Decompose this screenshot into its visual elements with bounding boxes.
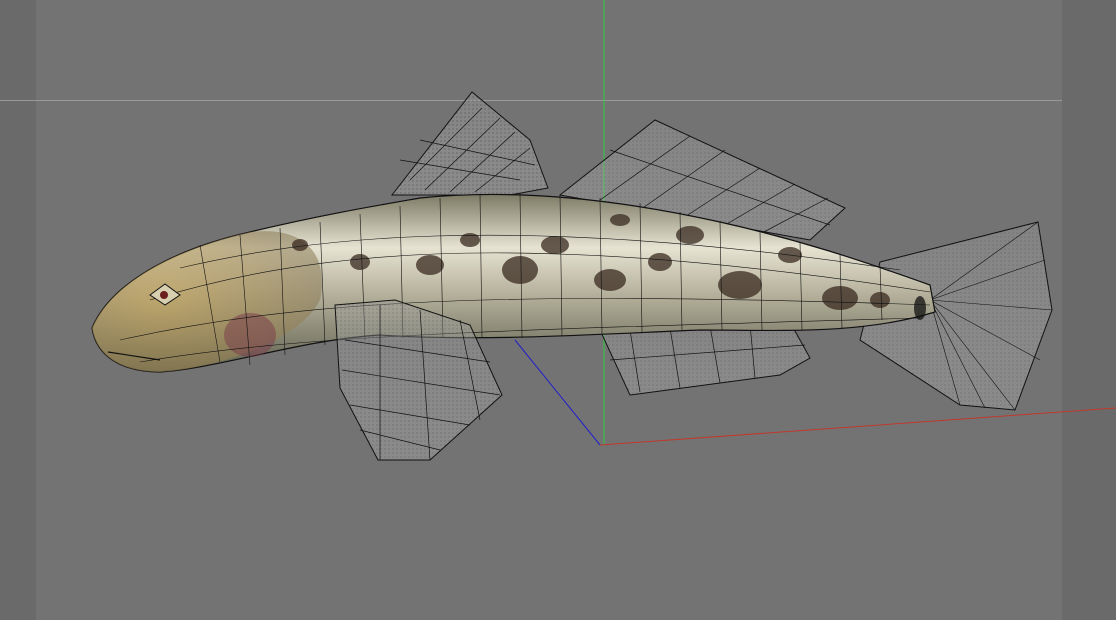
3d-viewport[interactable] bbox=[0, 0, 1116, 620]
scene-canvas[interactable] bbox=[0, 0, 1116, 620]
dorsal-fin-front[interactable] bbox=[390, 91, 549, 196]
x-axis-line bbox=[599, 407, 1116, 446]
z-axis-line bbox=[514, 339, 601, 446]
